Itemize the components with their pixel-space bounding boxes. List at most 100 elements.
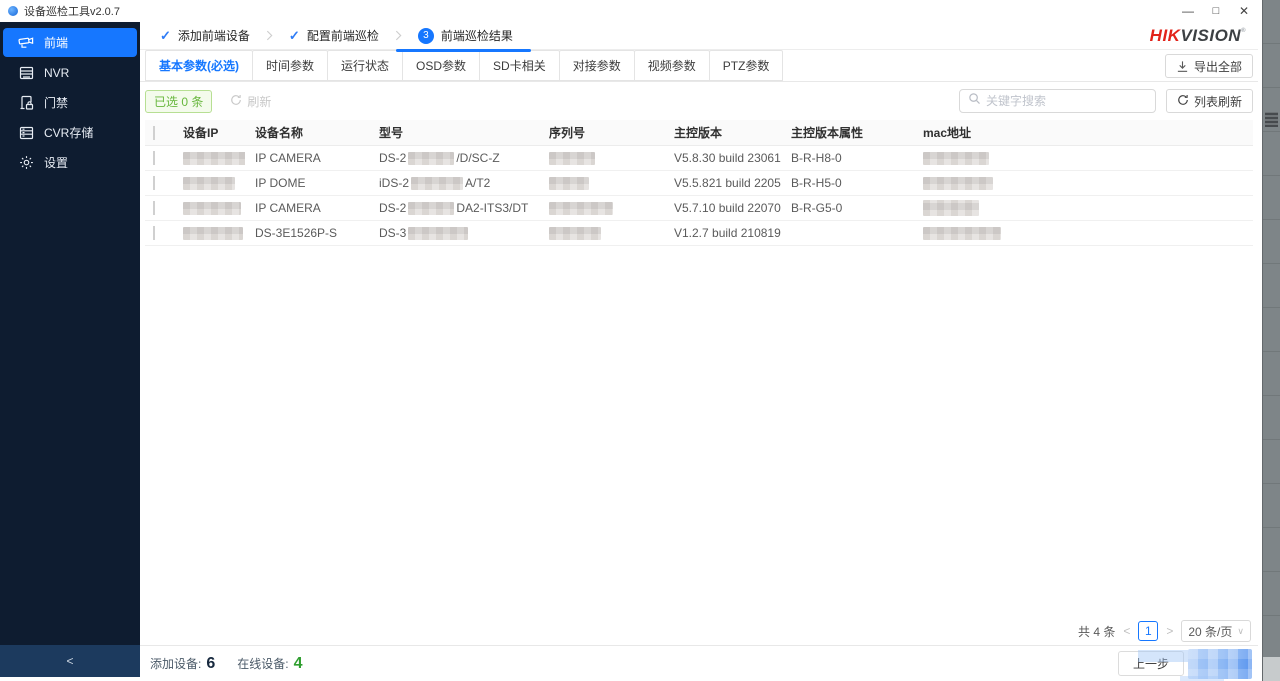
tab-0[interactable]: 基本参数(必选)	[145, 50, 253, 81]
censored-value	[923, 152, 989, 166]
column-header: 型号	[379, 126, 404, 140]
column-header: 设备名称	[255, 126, 304, 140]
screen: 设备巡检工具v2.0.7 — □ ✕ 前端 NVR 门禁 CVR存储 设置 < …	[0, 0, 1280, 681]
export-all-button[interactable]: 导出全部	[1164, 54, 1253, 78]
background-window-rows	[1263, 0, 1280, 681]
column-header: 主控版本	[674, 126, 723, 140]
stepper-step: ✓ 配置前端巡检	[288, 27, 379, 44]
added-devices-label: 添加设备:	[150, 656, 202, 671]
tab-bar: 基本参数(必选) 时间参数 运行状态 OSD参数 SD卡相关 对接参数 视频参数…	[140, 50, 1258, 82]
tab-7[interactable]: PTZ参数	[708, 50, 784, 81]
prev-page-icon[interactable]: <	[1123, 624, 1130, 638]
cell-device-name: IP CAMERA	[255, 201, 321, 215]
censored-value	[408, 227, 469, 241]
tab-1[interactable]: 时间参数	[252, 50, 329, 81]
selected-count-badge: 已选 0 条	[145, 89, 213, 113]
cell-device-name: IP CAMERA	[255, 151, 321, 165]
row-checkbox[interactable]	[153, 226, 155, 240]
cell-mac	[913, 200, 1253, 216]
cell-mac	[913, 226, 1253, 241]
tab-6[interactable]: 视频参数	[633, 50, 710, 81]
cell-device-ip	[173, 201, 245, 216]
stepper-step: ✓ 添加前端设备	[160, 27, 250, 44]
tab-2[interactable]: 运行状态	[327, 50, 404, 81]
current-page[interactable]: 1	[1138, 621, 1159, 641]
cell-model: DS-2 DA2-ITS3/DT	[379, 200, 529, 216]
step-number-badge: 3	[417, 27, 434, 44]
table-toolbar: 已选 0 条 刷新 列表刷新	[145, 88, 1253, 114]
row-checkbox[interactable]	[153, 176, 155, 190]
page-size-value: 20 条/页	[1188, 624, 1233, 639]
cell-version: V5.5.821 build 220520	[674, 176, 781, 190]
column-header: mac地址	[923, 126, 972, 140]
cell-version: V5.7.10 build 220707	[674, 201, 781, 215]
cell-device-name: DS-3E1526P-S	[255, 226, 338, 240]
online-devices-value: 4	[293, 654, 303, 672]
censored-action-button[interactable]	[1138, 648, 1252, 681]
cell-model: iDS-2 A/T2	[379, 175, 491, 191]
table-row[interactable]: DS-3E1526P-S DS-3 V1.2.7 build 210819	[145, 221, 1253, 246]
hikvision-logo: HIK VISION ®	[1150, 26, 1246, 46]
refresh-button-disabled[interactable]: 刷新	[230, 93, 271, 110]
device-table: 设备IP 设备名称 型号 序列号 主控版本 主控版本属性 mac地址 IP CAMERA D…	[145, 120, 1253, 246]
cell-serial	[539, 151, 664, 166]
cell-mac	[913, 176, 1253, 191]
sidebar-item-door-access[interactable]: 门禁	[3, 88, 137, 117]
list-refresh-button[interactable]: 列表刷新	[1165, 89, 1253, 113]
tab-3[interactable]: OSD参数	[402, 50, 481, 81]
row-checkbox[interactable]	[153, 201, 155, 215]
cell-device-ip	[173, 176, 245, 191]
minimize-icon[interactable]: —	[1174, 0, 1202, 22]
close-icon[interactable]: ✕	[1230, 0, 1258, 22]
brand-trademark: ®	[1241, 27, 1246, 34]
sidebar-item-settings[interactable]: 设置	[3, 148, 137, 177]
app-body: 前端 NVR 门禁 CVR存储 设置 < ✓ 添加前端设备 ✓ 配置前端巡检 3…	[0, 22, 1258, 681]
cell-mac	[913, 151, 1253, 166]
tab-4[interactable]: SD卡相关	[479, 50, 560, 81]
sidebar-item-front-end[interactable]: 前端	[3, 28, 137, 57]
brand-vision: VISION	[1180, 25, 1242, 45]
tab-5[interactable]: 对接参数	[558, 50, 635, 81]
chevron-right-icon	[266, 30, 273, 41]
censored-value	[183, 227, 243, 241]
online-devices-stat: 在线设备: 4	[237, 655, 302, 673]
sidebar-collapse-button[interactable]: <	[0, 645, 140, 677]
maximize-icon[interactable]: □	[1202, 0, 1230, 22]
censored-value	[549, 152, 595, 166]
added-devices-value: 6	[206, 654, 216, 672]
censored-value	[411, 177, 464, 191]
table-header-row: 设备IP 设备名称 型号 序列号 主控版本 主控版本属性 mac地址	[145, 120, 1253, 146]
bottom-bar: 添加设备: 6 在线设备: 4 上一步	[140, 645, 1258, 681]
collapse-arrow-icon: <	[66, 654, 74, 668]
page-size-select[interactable]: 20 条/页 ∨	[1181, 620, 1251, 642]
sidebar-gap	[0, 677, 140, 681]
chevron-down-icon: ∨	[1237, 625, 1244, 636]
main-area: ✓ 添加前端设备 ✓ 配置前端巡检 3 前端巡检结果 HIK VISION ® 基本…	[140, 22, 1258, 681]
nvr-icon	[18, 65, 35, 81]
table-row[interactable]: IP CAMERA DS-2/D/SC-Z V5.8.30 build 2306…	[145, 146, 1253, 171]
row-checkbox[interactable]	[153, 151, 155, 165]
censored-value	[183, 152, 245, 166]
list-refresh-icon	[1177, 94, 1189, 109]
online-devices-label: 在线设备:	[237, 656, 289, 671]
titlebar: 设备巡检工具v2.0.7 — □ ✕	[0, 0, 1258, 22]
camera-icon	[18, 35, 35, 51]
sidebar-item-cvr-storage[interactable]: CVR存储	[3, 118, 137, 147]
added-devices-stat: 添加设备: 6	[150, 655, 215, 673]
censored-value	[183, 177, 235, 191]
gear-icon	[18, 155, 35, 171]
next-page-icon[interactable]: >	[1166, 624, 1173, 638]
search-input[interactable]	[985, 94, 1147, 108]
censored-value	[408, 202, 455, 216]
search-box	[958, 89, 1156, 113]
sidebar-item-nvr[interactable]: NVR	[3, 58, 137, 87]
stepper-row: ✓ 添加前端设备 ✓ 配置前端巡检 3 前端巡检结果 HIK VISION ®	[140, 22, 1258, 52]
total-count: 共 4 条	[1078, 624, 1116, 639]
censored-value	[923, 227, 1001, 241]
cell-serial	[539, 176, 664, 191]
header-checkbox[interactable]	[153, 125, 155, 140]
background-window-edge	[1262, 0, 1280, 681]
table-row[interactable]: IP DOME iDS-2A/T2 V5.5.821 build 220520 …	[145, 171, 1253, 196]
stepper: ✓ 添加前端设备 ✓ 配置前端巡检 3 前端巡检结果	[160, 27, 531, 52]
table-row[interactable]: IP CAMERA DS-2 DA2-ITS3/DT V5.7.10 build …	[145, 196, 1253, 221]
